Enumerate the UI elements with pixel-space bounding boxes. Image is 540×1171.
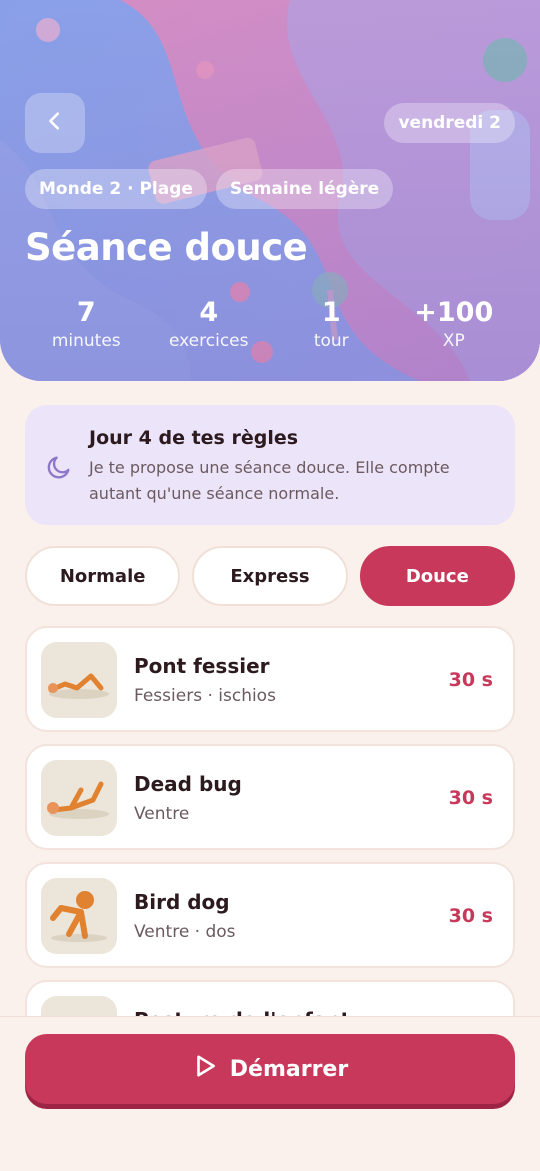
exercise-item[interactable]: Posture de l'enfant — [25, 980, 515, 1016]
exercise-muscles: Fessiers · ischios — [134, 686, 276, 706]
exercise-muscles: Ventre — [134, 804, 190, 824]
exercise-name: Bird dog — [134, 890, 230, 914]
exercise-item[interactable]: Bird dog Ventre · dos 30 s — [25, 862, 515, 968]
exercise-name: Dead bug — [134, 772, 242, 796]
stat-rounds: 1 tour — [313, 297, 349, 351]
exercise-thumbnail — [41, 760, 117, 836]
exercise-thumbnail — [41, 642, 117, 718]
session-stats: 7 minutes 4 exercices 1 tour +100 XP — [25, 296, 515, 352]
tag-list: Monde 2 · Plage Semaine légère — [25, 169, 394, 209]
exercise-item[interactable]: Pont fessier Fessiers · ischios 30 s — [25, 626, 515, 732]
play-icon — [192, 1053, 218, 1085]
start-button[interactable]: Démarrer — [25, 1034, 515, 1104]
exercise-thumbnail — [41, 996, 117, 1016]
chevron-left-icon — [44, 110, 66, 136]
exercise-duration: 30 s — [448, 905, 493, 927]
back-button[interactable] — [25, 93, 85, 153]
stat-xp: +100 XP — [414, 297, 494, 351]
date-badge: vendredi 2 — [384, 103, 515, 143]
exercise-thumbnail — [41, 878, 117, 954]
exercise-muscles: Ventre · dos — [134, 922, 236, 942]
world-tag: Monde 2 · Plage — [25, 169, 207, 209]
exercise-duration: 30 s — [448, 669, 493, 691]
exercise-list: Pont fessier Fessiers · ischios 30 s Dea… — [25, 626, 515, 1016]
cycle-info-card: Jour 4 de tes règles Je te propose une s… — [25, 405, 515, 525]
moon-icon — [45, 453, 73, 485]
week-tag: Semaine légère — [215, 169, 394, 209]
exercise-name: Posture de l'enfant — [134, 1008, 350, 1016]
info-title: Jour 4 de tes règles — [89, 427, 299, 449]
mode-express-button[interactable]: Express — [192, 546, 348, 606]
stat-exercises: 4 exercices — [168, 297, 249, 351]
exercise-item[interactable]: Dead bug Ventre 30 s — [25, 744, 515, 850]
exercise-duration: 30 s — [448, 787, 493, 809]
hero-header: vendredi 2 Monde 2 · Plage Semaine légèr… — [0, 0, 540, 381]
stat-minutes: 7 minutes — [51, 297, 121, 351]
mode-douce-button[interactable]: Douce — [359, 546, 515, 606]
start-button-label: Démarrer — [229, 1056, 349, 1082]
info-text: Je te propose une séance douce. Elle com… — [89, 458, 450, 503]
mode-selector: Normale Express Douce — [25, 546, 515, 606]
exercise-name: Pont fessier — [134, 654, 270, 678]
page-title: Séance douce — [25, 226, 308, 269]
mode-normale-button[interactable]: Normale — [25, 546, 181, 606]
